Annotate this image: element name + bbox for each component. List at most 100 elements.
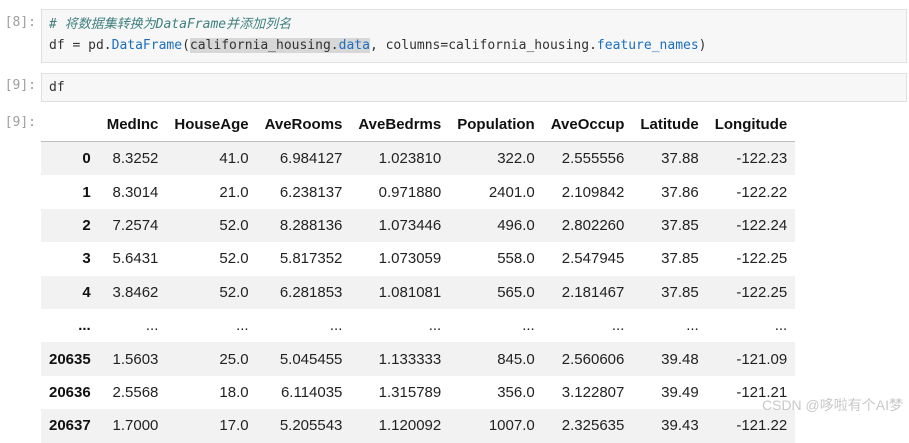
table-cell: 8.3252	[112, 150, 159, 168]
table-cell: 1.5603	[112, 350, 159, 368]
code-comment-line: # 将数据集转换为DataFrame并添加列名	[49, 17, 292, 32]
column-header: Population	[449, 107, 543, 142]
table-cell: 0.971880	[378, 183, 442, 201]
table-cell: 3.122807	[561, 383, 625, 401]
table-cell: 39.48	[661, 350, 699, 368]
table-cell: ...	[774, 317, 788, 335]
column-header: AveBedrms	[350, 107, 450, 142]
table-cell: 37.86	[661, 183, 699, 201]
cell-8-prompt: [8]:	[4, 15, 36, 30]
table-cell: 6.114035	[280, 383, 343, 401]
table-cell: 2.109842	[561, 183, 625, 201]
table-cell: ...	[611, 317, 625, 335]
table-cell: 558.0	[497, 250, 535, 268]
table-cell: 1.120092	[378, 417, 442, 435]
table-cell: 1007.0	[488, 417, 535, 435]
table-cell: 1.073059	[378, 250, 442, 268]
table-cell: 25.0	[219, 350, 249, 368]
table-cell: 17.0	[219, 417, 249, 435]
cell-8-code-editor[interactable]: # 将数据集转换为DataFrame并添加列名 df = pd.DataFram…	[41, 9, 907, 63]
table-cell: 2.5568	[112, 383, 159, 401]
table-cell: ...	[329, 317, 343, 335]
table-cell: 5.045455	[279, 350, 343, 368]
column-header: HouseAge	[166, 107, 257, 142]
table-cell: ...	[522, 317, 535, 335]
table-row: 20635 1.5603 25.0 5.045455 1.133333 845.0 2.56…	[41, 342, 796, 376]
row-index: 2	[82, 216, 91, 234]
row-index: 20637	[49, 417, 91, 435]
table-cell: 52.0	[219, 216, 249, 234]
table-cell: ...	[145, 317, 159, 335]
row-index: 20636	[49, 383, 91, 401]
table-cell: 37.88	[661, 150, 699, 168]
column-header: Latitude	[632, 107, 707, 142]
table-header-row: MedInc HouseAge AveRooms AveBedrms Popul…	[41, 107, 796, 142]
table-cell: 845.0	[497, 350, 535, 368]
dataframe-table: MedInc HouseAge AveRooms AveBedrms Popul…	[41, 107, 796, 443]
table-cell: 2.325635	[561, 417, 625, 435]
table-cell: 8.288136	[279, 216, 343, 234]
table-cell: 5.817352	[279, 250, 343, 268]
code-token: )	[698, 38, 707, 53]
table-cell: 6.238137	[279, 183, 343, 201]
table-cell: 565.0	[497, 283, 535, 301]
table-row: 4 3.8462 52.0 6.281853 1.081081 565.0 2.181467…	[41, 275, 796, 309]
table-cell: 1.081081	[378, 283, 442, 301]
row-index: ...	[78, 317, 91, 335]
table-cell: 41.0	[219, 150, 249, 168]
cell-9-prompt: [9]:	[4, 78, 36, 93]
table-cell: 496.0	[497, 216, 535, 234]
code-token: (	[182, 38, 190, 53]
row-index: 1	[82, 183, 91, 201]
table-cell: -122.24	[736, 216, 788, 234]
table-cell: 5.6431	[112, 250, 159, 268]
table-cell: 18.0	[219, 383, 249, 401]
table-cell: -122.22	[736, 183, 788, 201]
code-line-dataframe: df = pd.DataFrame(california_housing.dat…	[49, 35, 906, 56]
code-line-df: df	[49, 80, 65, 95]
table-row: 2 7.2574 52.0 8.288136 1.073446 496.0 2.802260…	[41, 208, 796, 243]
table-cell: 1.315789	[378, 383, 442, 401]
table-cell: 7.2574	[112, 216, 159, 234]
table-cell: 52.0	[219, 250, 249, 268]
table-cell: 39.49	[661, 383, 699, 401]
code-token-highlight: california_housing.data	[189, 38, 370, 53]
table-row: 20637 1.7000 17.0 5.205543 1.120092 1007.0 2.3…	[41, 409, 796, 443]
table-cell: -122.23	[736, 150, 788, 168]
table-row: 0 8.3252 41.0 6.984127 1.023810 322.0 2.555556…	[41, 141, 796, 176]
table-cell: 21.0	[219, 183, 249, 201]
table-cell: -122.25	[736, 250, 788, 268]
code-token: df = pd.	[49, 38, 112, 53]
table-cell: ...	[428, 317, 442, 335]
column-header: MedInc	[98, 107, 167, 142]
watermark: CSDN @哆啦有个AI梦	[762, 397, 903, 413]
column-header: Longitude	[706, 107, 796, 142]
table-cell: 2.547945	[561, 250, 625, 268]
table-cell: 2401.0	[488, 183, 535, 201]
column-header: AveOccup	[542, 107, 633, 142]
table-row: 3 5.6431 52.0 5.817352 1.073059 558.0 2.547945…	[41, 242, 796, 276]
table-cell: 6.984127	[279, 150, 343, 168]
row-index: 3	[82, 250, 91, 268]
table-cell: 1.133333	[378, 350, 442, 368]
table-cell: 1.023810	[378, 150, 442, 168]
dataframe-output: MedInc HouseAge AveRooms AveBedrms Popul…	[41, 107, 796, 443]
table-cell: 356.0	[497, 383, 535, 401]
column-header-index	[41, 107, 99, 142]
code-token-dataframe: DataFrame	[111, 38, 183, 53]
table-cell: 52.0	[219, 283, 249, 301]
table-cell: 37.85	[661, 283, 699, 301]
table-cell: 37.85	[661, 250, 699, 268]
output-9-prompt: [9]:	[4, 115, 36, 130]
table-cell: 2.555556	[561, 150, 625, 168]
table-cell: 6.281853	[279, 283, 343, 301]
cell-9-code-editor[interactable]: df	[41, 73, 907, 102]
table-row: 1 8.3014 21.0 6.238137 0.971880 2401.0 2.10984…	[41, 175, 796, 209]
row-index: 4	[82, 283, 91, 301]
table-cell: 2.802260	[561, 216, 625, 234]
table-cell: -122.25	[736, 283, 788, 301]
table-cell: 39.43	[661, 417, 699, 435]
table-row: 20636 2.5568 18.0 6.114035 1.315789 356.0 3.12…	[41, 375, 796, 410]
code-token: , columns=california_housing.	[369, 38, 597, 53]
table-cell: ...	[236, 317, 249, 335]
